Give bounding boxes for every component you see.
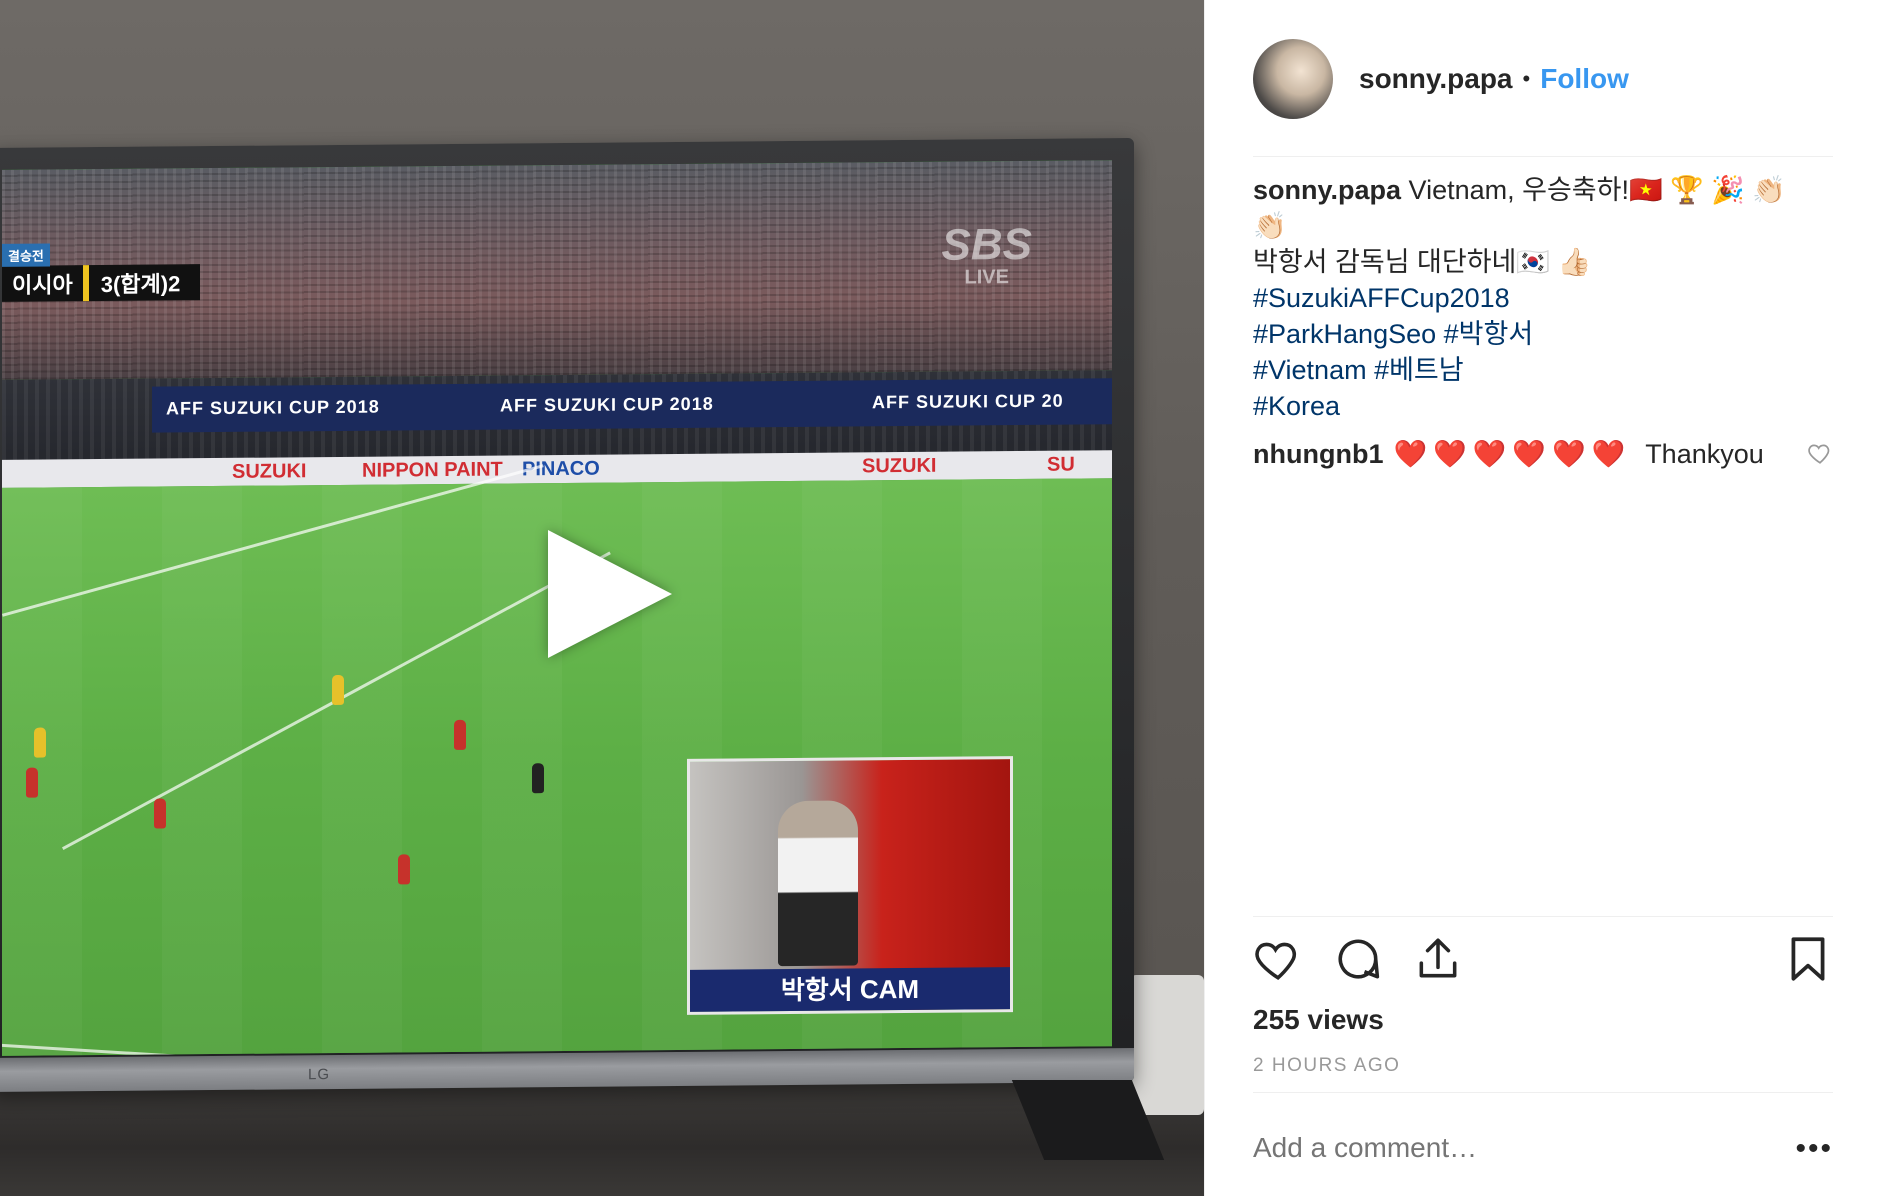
header-divider xyxy=(1253,156,1833,157)
actions-divider xyxy=(1253,916,1833,917)
comment-username[interactable]: nhungnb1 xyxy=(1253,439,1383,470)
hashtag-link[interactable]: #Vietnam #베트남 xyxy=(1253,352,1813,388)
player-red xyxy=(454,719,466,750)
caption-line: sonny.papa Vietnam, 우승축하!🇻🇳 🏆 🎉 👏🏻 xyxy=(1253,172,1813,208)
header-username[interactable]: sonny.papa xyxy=(1359,63,1513,95)
player-referee xyxy=(532,763,544,794)
ad-board-2: NIPPON PAINT xyxy=(362,458,503,482)
player-red xyxy=(26,767,38,798)
broadcaster-name: SBS xyxy=(941,219,1032,270)
scoreboard-team: 이시아 xyxy=(12,272,73,298)
share-icon[interactable] xyxy=(1413,934,1463,984)
header-separator: • xyxy=(1522,66,1531,91)
scoreboard: 결승전 이시아 3(합계)2 xyxy=(2,243,200,302)
scoreboard-tag: 결승전 xyxy=(2,243,50,267)
caption-text: Vietnam, 우승축하!🇻🇳 🏆 🎉 👏🏻 xyxy=(1408,175,1786,205)
hashtag-link[interactable]: #Korea xyxy=(1253,388,1813,424)
broadcaster-sub: LIVE xyxy=(964,266,1009,289)
broadcaster-logo: SBS LIVE xyxy=(941,219,1032,289)
avatar[interactable] xyxy=(1253,39,1333,119)
bookmark-icon[interactable] xyxy=(1783,934,1833,984)
post-header: sonny.papa • Follow xyxy=(1253,38,1833,120)
play-icon[interactable] xyxy=(548,530,672,658)
wall-plug xyxy=(1130,975,1204,1115)
ad-board-1: SUZUKI xyxy=(232,460,307,483)
follow-button[interactable]: Follow xyxy=(1540,63,1629,95)
comment-divider xyxy=(1253,1092,1833,1093)
post-side-panel: sonny.papa • Follow sonny.papa Vietnam, … xyxy=(1204,0,1880,1196)
post-actions xyxy=(1253,934,1833,988)
heart-icon[interactable] xyxy=(1253,934,1303,984)
more-options-button[interactable]: ••• xyxy=(1795,1132,1833,1166)
post-media[interactable]: 결승전 이시아 3(합계)2 SBS LIVE AFF SUZUKI CUP 2… xyxy=(0,0,1204,1196)
tv-brand: LG xyxy=(308,1066,331,1084)
player-red xyxy=(398,854,410,885)
caption-line-wrap: 👏🏻 xyxy=(1253,211,1287,241)
coach-cam-inset: 박항서 CAM xyxy=(687,756,1013,1015)
caption-line-2: 박항서 감독님 대단하네🇰🇷 👍🏻 xyxy=(1253,247,1592,277)
banner-text-3: AFF SUZUKI CUP 20 xyxy=(872,390,1064,413)
coach-figure xyxy=(778,800,858,967)
small-heart-icon[interactable] xyxy=(1807,440,1833,466)
player-red xyxy=(154,798,166,829)
hashtag-link[interactable]: #SuzukiAFFCup2018 xyxy=(1253,280,1813,316)
scoreboard-score: 3(합계)2 xyxy=(100,271,181,298)
comment-hearts: ❤️❤️❤️❤️❤️❤️ xyxy=(1393,439,1632,469)
post-caption: sonny.papa Vietnam, 우승축하!🇻🇳 🏆 🎉 👏🏻 👏🏻 박항… xyxy=(1253,172,1813,424)
pitch-line xyxy=(2,464,544,617)
comment-item: nhungnb1 ❤️❤️❤️❤️❤️❤️ Thankyou xyxy=(1253,434,1833,474)
ad-board-5: SU xyxy=(1047,453,1075,476)
post-timestamp[interactable]: 2 HOURS AGO xyxy=(1253,1055,1400,1077)
comment-icon[interactable] xyxy=(1333,934,1383,984)
comment-input[interactable] xyxy=(1253,1132,1753,1164)
banner-text-1: AFF SUZUKI CUP 2018 xyxy=(166,396,380,419)
tournament-banner: AFF SUZUKI CUP 2018 AFF SUZUKI CUP 2018 … xyxy=(152,378,1112,433)
ad-board-4: SUZUKI xyxy=(862,454,937,478)
coach-cam-label: 박항서 CAM xyxy=(690,967,1010,1012)
banner-text-2: AFF SUZUKI CUP 2018 xyxy=(500,393,714,416)
caption-username[interactable]: sonny.papa xyxy=(1253,175,1401,205)
player-yellow xyxy=(34,727,46,758)
player-yellow xyxy=(332,674,344,706)
view-count[interactable]: 255 views xyxy=(1253,1004,1384,1036)
hashtag-link[interactable]: #ParkHangSeo #박항서 xyxy=(1253,316,1813,352)
comment-text: Thankyou xyxy=(1645,438,1764,469)
